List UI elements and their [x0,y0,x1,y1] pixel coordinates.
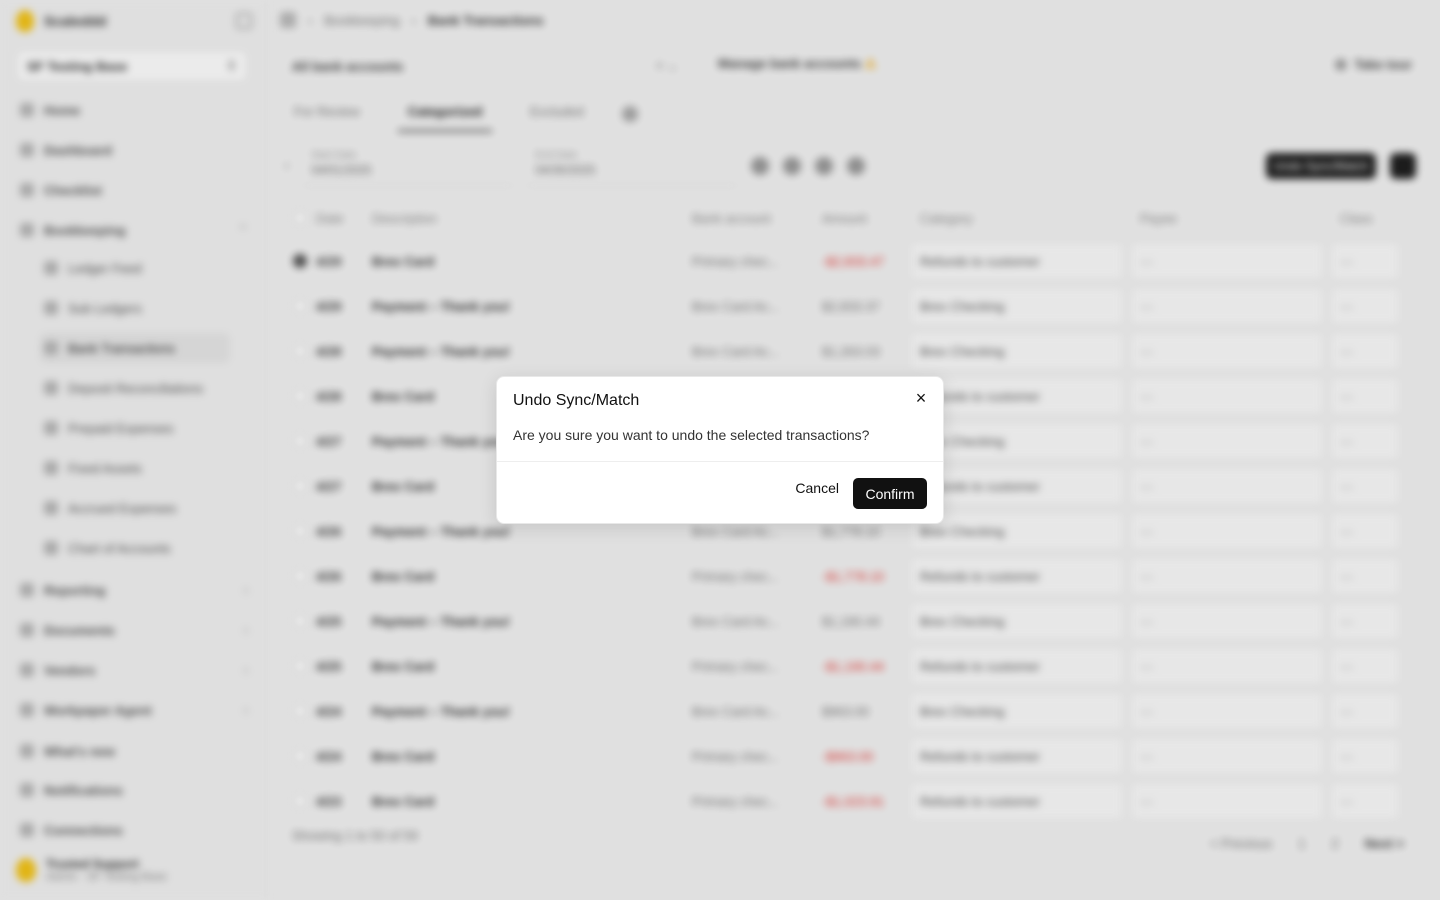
close-icon[interactable]: × [911,388,931,408]
dialog-divider [497,461,943,462]
undo-sync-match-dialog: Undo Sync/Match × Are you sure you want … [496,376,944,524]
dialog-message: Are you sure you want to undo the select… [513,427,870,443]
confirm-button[interactable]: Confirm [853,478,927,509]
dialog-title: Undo Sync/Match [513,392,640,409]
cancel-button[interactable]: Cancel [795,480,839,496]
